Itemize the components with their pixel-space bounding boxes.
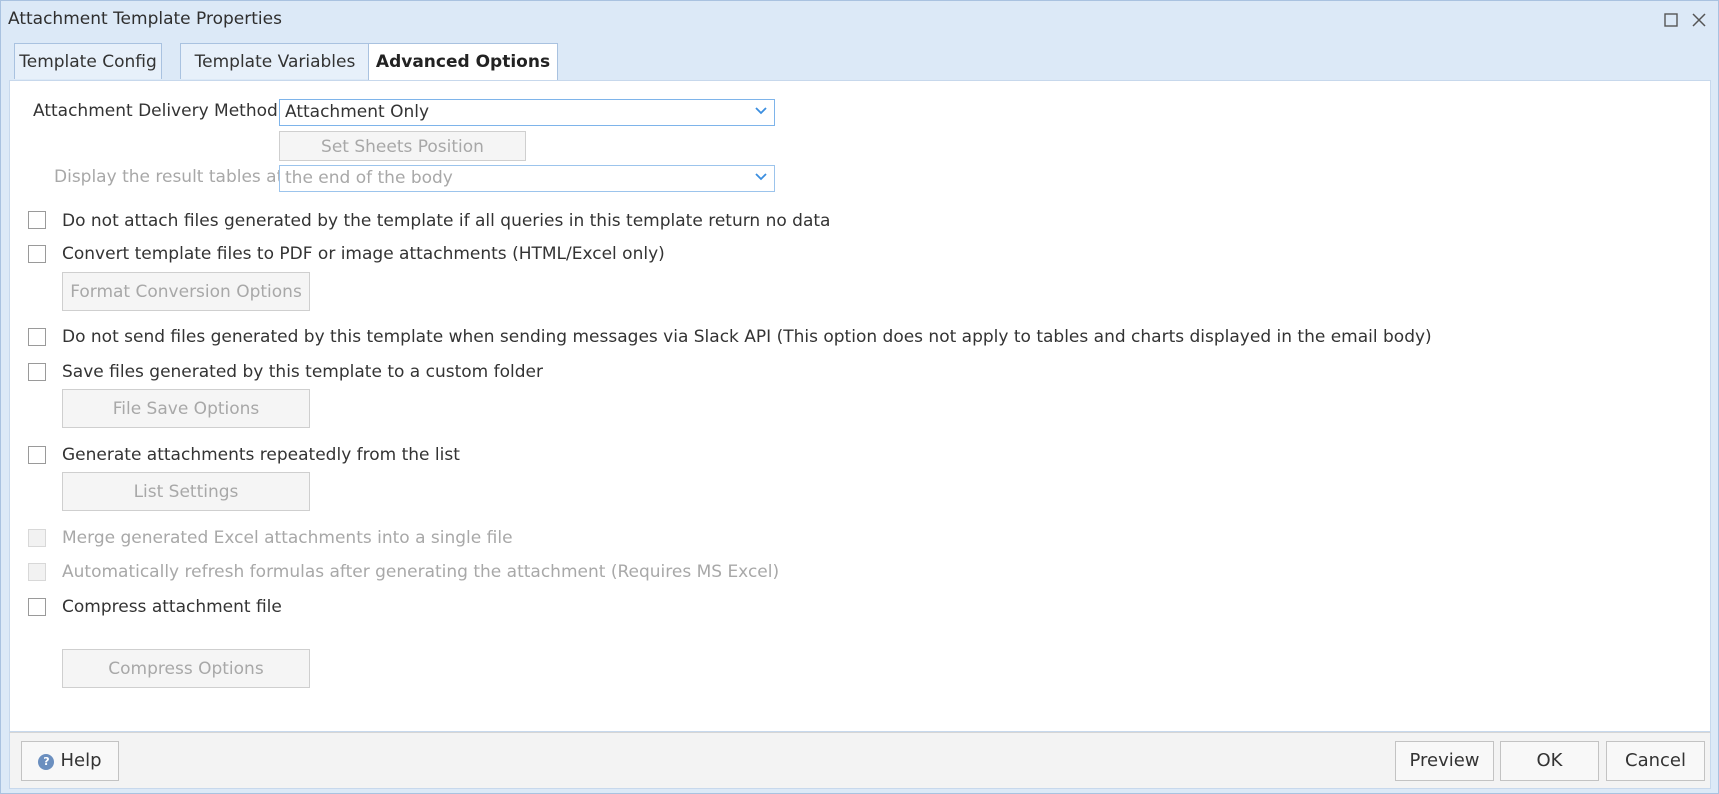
delivery-method-label: Attachment Delivery Method [33, 101, 278, 121]
compress-checkbox[interactable] [28, 598, 46, 616]
compress-options-button[interactable]: Compress Options [62, 649, 310, 688]
close-icon[interactable] [1689, 10, 1709, 30]
cancel-button[interactable]: Cancel [1606, 741, 1705, 781]
set-sheets-position-button[interactable]: Set Sheets Position [279, 131, 526, 161]
maximize-icon[interactable] [1661, 10, 1681, 30]
help-label: Help [60, 750, 102, 771]
display-tables-label: Display the result tables at [54, 167, 284, 187]
repeat-list-label: Generate attachments repeatedly from the… [62, 445, 460, 465]
ok-button[interactable]: OK [1500, 741, 1599, 781]
merge-excel-label: Merge generated Excel attachments into a… [62, 528, 513, 548]
delivery-method-select[interactable]: Attachment Only [279, 99, 775, 126]
help-icon: ? [38, 754, 55, 770]
convert-pdf-checkbox[interactable] [28, 245, 46, 263]
list-settings-button[interactable]: List Settings [62, 472, 310, 511]
delivery-method-value: Attachment Only [285, 102, 430, 122]
repeat-list-checkbox[interactable] [28, 446, 46, 464]
no-data-label: Do not attach files generated by the tem… [62, 211, 831, 231]
dialog-title: Attachment Template Properties [8, 9, 282, 29]
merge-excel-checkbox [28, 529, 46, 547]
dialog-window: Attachment Template Properties Template … [0, 0, 1719, 794]
custom-folder-checkbox[interactable] [28, 363, 46, 381]
convert-pdf-label: Convert template files to PDF or image a… [62, 244, 665, 264]
preview-button[interactable]: Preview [1395, 741, 1494, 781]
refresh-formulas-checkbox [28, 563, 46, 581]
chevron-down-icon [755, 107, 767, 115]
format-conversion-options-button[interactable]: Format Conversion Options [62, 272, 310, 311]
tab-advanced-options[interactable]: Advanced Options [368, 43, 558, 81]
advanced-options-panel: Attachment Delivery Method Attachment On… [9, 80, 1711, 732]
file-save-options-button[interactable]: File Save Options [62, 389, 310, 428]
slack-api-checkbox[interactable] [28, 328, 46, 346]
tab-template-variables[interactable]: Template Variables [180, 43, 370, 79]
tab-template-config[interactable]: Template Config [14, 43, 162, 79]
compress-label: Compress attachment file [62, 597, 282, 617]
slack-api-label: Do not send files generated by this temp… [62, 327, 1432, 347]
title-bar[interactable]: Attachment Template Properties [1, 1, 1718, 39]
display-tables-value: the end of the body [285, 168, 453, 188]
custom-folder-label: Save files generated by this template to… [62, 362, 543, 382]
tab-strip: Template Config Template Variables Advan… [11, 43, 1711, 81]
chevron-down-icon [755, 173, 767, 181]
no-data-checkbox[interactable] [28, 211, 46, 229]
refresh-formulas-label: Automatically refresh formulas after gen… [62, 562, 780, 582]
display-tables-select[interactable]: the end of the body [279, 165, 775, 192]
dialog-footer: ? Help Preview OK Cancel [9, 732, 1711, 789]
help-button[interactable]: ? Help [21, 741, 119, 781]
